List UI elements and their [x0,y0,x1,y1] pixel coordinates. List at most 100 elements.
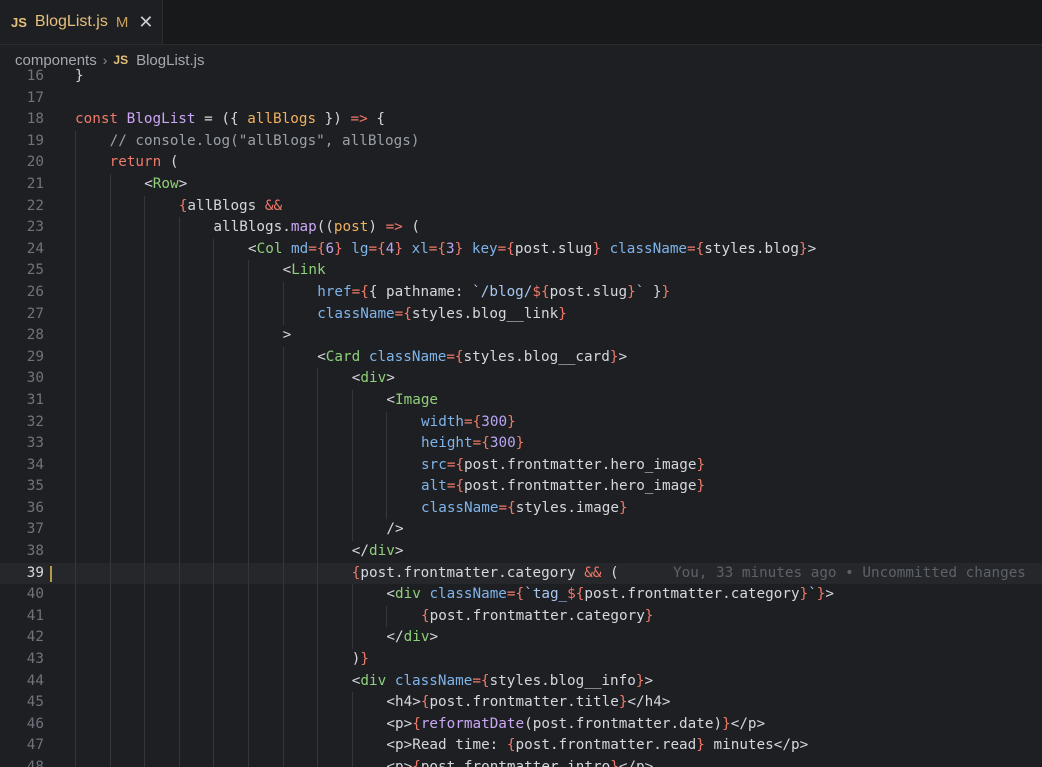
code-line[interactable]: 38 </div> [0,541,1042,563]
indent-guide [75,130,76,153]
code-line[interactable]: 48 <p>{post.frontmatter.intro}</p> [0,757,1042,767]
code-line[interactable]: 32 width={300} [0,411,1042,434]
code-token: > [394,543,404,560]
indent-guide [213,325,215,347]
code-line[interactable]: 18 const BlogList = ({ allBlogs }) => { [0,109,1042,131]
code-line[interactable]: 22 {allBlogs && [0,195,1042,218]
git-blame-annotation: You, 33 minutes ago • Uncommitted change… [673,564,1026,581]
indent-guide [109,454,111,477]
code-token: } [454,240,464,257]
code-token: return [109,154,162,171]
code-line[interactable]: 47 <p>Read time: {post.frontmatter.read} … [0,735,1042,757]
code-line[interactable]: 27 className={styles.blog__link} [0,303,1042,326]
tab-bloglist[interactable]: JS BlogList.js M ✕ [0,0,163,44]
code-text: <Row> [144,174,187,196]
code-token: < [248,240,257,257]
indent-guide [144,303,146,326]
code-text: > [283,325,292,347]
code-line[interactable]: 17 [0,88,1042,110]
code-token: { [455,478,465,495]
code-line[interactable]: 19 // console.log("allBlogs", allBlogs) [0,130,1042,153]
line-number: 33 [26,435,44,452]
code-token: Row [152,175,179,192]
indent-guide [213,368,215,390]
code-line[interactable]: 45 <h4>{post.frontmatter.title}</h4> [0,692,1042,714]
line-number: 23 [26,219,44,236]
code-token: </h4> [627,694,671,711]
code-token: } [75,68,84,84]
indent-guide [178,757,180,767]
code-line[interactable]: 28 > [0,325,1042,347]
indent-guide [109,584,111,606]
code-line[interactable]: 26 href={{ pathname: `/blog/${post.slug}`… [0,281,1042,304]
code-line[interactable]: 42 </div> [0,627,1042,650]
code-line[interactable]: 40 <div className={`tag_${post.frontmatte… [0,584,1042,606]
indent-guide [351,519,353,542]
indent-guide [178,735,180,757]
indent-guide [386,411,388,434]
code-line[interactable]: 34 src={post.frontmatter.hero_image} [0,454,1042,477]
indent-guide [144,541,146,563]
code-line[interactable]: 24 <Col md={6} lg={4} xl={3} key={post.sl… [0,238,1042,261]
code-line[interactable]: 43)} [0,649,1042,671]
indent-guide [351,476,353,498]
code-token: Image [395,391,439,408]
code-line[interactable]: 25 <Link [0,260,1042,282]
code-text: return ( [110,152,179,174]
code-token: { [506,240,515,257]
indent-guide [144,497,146,520]
indent-guide [213,238,215,261]
code-line[interactable]: 33 height={300} [0,433,1042,455]
code-token: div [369,543,395,560]
code-line[interactable]: 29 <Card className={styles.blog__card}> [0,346,1042,369]
code-token: => [350,111,368,128]
code-line[interactable]: 21 <Row> [0,173,1042,196]
indent-guide [317,757,319,767]
code-line[interactable]: 46 <p>{reformatDate(post.frontmatter.date… [0,713,1042,736]
code-line[interactable]: 16} [0,66,1042,88]
indent-guide [144,281,146,304]
code-token: } [507,413,516,430]
code-token: ) [368,219,386,236]
code-token: { [437,240,447,257]
code-line[interactable]: 20 return ( [0,152,1042,174]
indent-guide [282,757,284,767]
indent-guide [144,692,146,714]
code-line[interactable]: 37 /> [0,519,1042,542]
line-number: 17 [26,89,44,106]
close-icon[interactable]: ✕ [138,12,153,33]
code-line[interactable]: 23 allBlogs.map((post) => ( [0,217,1042,239]
code-token: ( [601,564,619,581]
indent-guide [317,713,319,736]
indent-guide [144,217,146,239]
indent-guide [213,713,215,736]
code-token: { [515,586,525,603]
indent-guide [75,541,76,563]
code-line[interactable]: 31 <Image [0,389,1042,412]
code-line[interactable]: 35 alt={post.frontmatter.hero_image} [0,476,1042,498]
code-line[interactable]: 39 {post.frontmatter.category && (You, 33… [0,562,1042,585]
code-token: ${ [532,283,550,300]
indent-guide [317,605,319,628]
code-token: md [291,240,309,257]
line-number: 40 [26,586,44,603]
code-token: Link [291,262,326,279]
code-line[interactable]: 30 <div> [0,368,1042,390]
indent-guide [178,217,180,239]
code-token: src [421,456,447,473]
code-token: < [386,586,395,603]
code-token: styles.blog__card [463,348,610,365]
code-editor[interactable]: 16} 17 18 const BlogList = ({ allBlogs }) =… [0,66,1042,767]
code-line[interactable]: 41 {post.frontmatter.category} [0,605,1042,628]
code-token: > [386,370,395,387]
line-number: 39 [26,564,44,581]
indent-guide [351,389,353,412]
code-line[interactable]: 44 <div className={styles.blog__info}> [0,670,1042,693]
code-token: > [282,327,292,344]
code-token: { [454,348,464,365]
indent-guide [248,649,249,671]
code-line[interactable]: 36 className={styles.image} [0,497,1042,520]
indent-guide [317,627,319,650]
code-token: = [446,348,455,365]
code-token: </ [351,543,370,560]
